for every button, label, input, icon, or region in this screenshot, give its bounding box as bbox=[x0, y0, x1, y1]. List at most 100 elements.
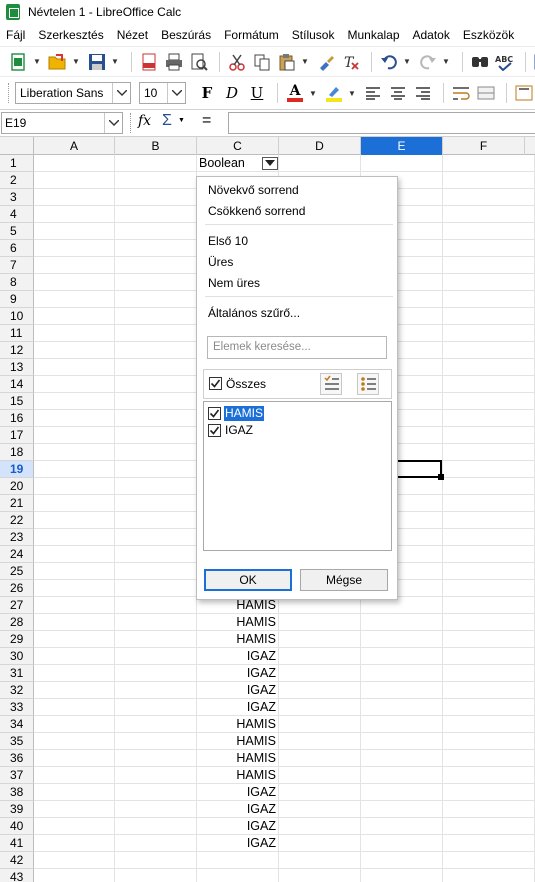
cell-c29[interactable]: HAMIS bbox=[197, 631, 279, 648]
cell-e31[interactable] bbox=[361, 665, 443, 682]
ok-button[interactable]: OK bbox=[204, 569, 292, 591]
cell-b8[interactable] bbox=[115, 274, 197, 291]
cell-a22[interactable] bbox=[34, 512, 115, 529]
menu-file[interactable]: Fájl bbox=[6, 28, 25, 42]
cell-f34[interactable] bbox=[443, 716, 535, 733]
highlight-color-icon[interactable] bbox=[323, 82, 345, 104]
cell-b24[interactable] bbox=[115, 546, 197, 563]
cell-d35[interactable] bbox=[279, 733, 361, 750]
cell-f13[interactable] bbox=[443, 359, 535, 376]
cell-f26[interactable] bbox=[443, 580, 535, 597]
cell-c31[interactable]: IGAZ bbox=[197, 665, 279, 682]
cell-f18[interactable] bbox=[443, 444, 535, 461]
cell-f4[interactable] bbox=[443, 206, 535, 223]
row-header[interactable]: 9 bbox=[0, 291, 34, 308]
undo-dropdown-icon[interactable]: ▼ bbox=[403, 51, 411, 73]
empty-item[interactable]: Üres bbox=[208, 254, 233, 270]
wrap-text-icon[interactable] bbox=[450, 82, 472, 104]
cell-b3[interactable] bbox=[115, 189, 197, 206]
cell-e34[interactable] bbox=[361, 716, 443, 733]
cell-a14[interactable] bbox=[34, 376, 115, 393]
cell-b40[interactable] bbox=[115, 818, 197, 835]
cell-d32[interactable] bbox=[279, 682, 361, 699]
row-header[interactable]: 40 bbox=[0, 818, 34, 835]
item-checkbox[interactable] bbox=[208, 407, 221, 420]
cell-b7[interactable] bbox=[115, 257, 197, 274]
cell-a26[interactable] bbox=[34, 580, 115, 597]
cell-a41[interactable] bbox=[34, 835, 115, 852]
cell-f11[interactable] bbox=[443, 325, 535, 342]
sort-descending-item[interactable]: Csökkenő sorrend bbox=[208, 203, 305, 219]
top-10-item[interactable]: Első 10 bbox=[208, 233, 248, 249]
autofilter-dropdown-icon[interactable] bbox=[262, 157, 278, 170]
font-color-button[interactable]: A bbox=[284, 82, 306, 104]
cell-c34[interactable]: HAMIS bbox=[197, 716, 279, 733]
search-items-input[interactable]: Elemek keresése... bbox=[207, 336, 387, 359]
cell-a39[interactable] bbox=[34, 801, 115, 818]
cell-b27[interactable] bbox=[115, 597, 197, 614]
cell-c33[interactable]: IGAZ bbox=[197, 699, 279, 716]
clone-formatting-icon[interactable] bbox=[315, 51, 337, 73]
cell-c36[interactable]: HAMIS bbox=[197, 750, 279, 767]
cell-f35[interactable] bbox=[443, 733, 535, 750]
open-icon[interactable] bbox=[47, 51, 69, 73]
name-box[interactable]: E19 bbox=[1, 112, 123, 134]
cell-d37[interactable] bbox=[279, 767, 361, 784]
cell-c30[interactable]: IGAZ bbox=[197, 648, 279, 665]
cell-b12[interactable] bbox=[115, 342, 197, 359]
cell-a3[interactable] bbox=[34, 189, 115, 206]
cell-c39[interactable]: IGAZ bbox=[197, 801, 279, 818]
cell-a4[interactable] bbox=[34, 206, 115, 223]
cell-b34[interactable] bbox=[115, 716, 197, 733]
cell-e33[interactable] bbox=[361, 699, 443, 716]
cell-f8[interactable] bbox=[443, 274, 535, 291]
cell-c43[interactable] bbox=[197, 869, 279, 882]
cell-f7[interactable] bbox=[443, 257, 535, 274]
new-dropdown-icon[interactable]: ▼ bbox=[33, 51, 41, 73]
bold-button[interactable]: F bbox=[196, 82, 218, 104]
row-header[interactable]: 10 bbox=[0, 308, 34, 325]
cell-b17[interactable] bbox=[115, 427, 197, 444]
cell-a16[interactable] bbox=[34, 410, 115, 427]
cell-a7[interactable] bbox=[34, 257, 115, 274]
cell-f3[interactable] bbox=[443, 189, 535, 206]
redo-dropdown-icon[interactable]: ▼ bbox=[442, 51, 450, 73]
row-header[interactable]: 30 bbox=[0, 648, 34, 665]
cell-f42[interactable] bbox=[443, 852, 535, 869]
cell-e36[interactable] bbox=[361, 750, 443, 767]
menu-format[interactable]: Formátum bbox=[224, 28, 279, 42]
column-header-e[interactable]: E bbox=[361, 137, 443, 155]
row-header[interactable]: 18 bbox=[0, 444, 34, 461]
cell-b1[interactable] bbox=[115, 155, 197, 172]
cell-c38[interactable]: IGAZ bbox=[197, 784, 279, 801]
menu-data[interactable]: Adatok bbox=[413, 28, 450, 42]
cell-a37[interactable] bbox=[34, 767, 115, 784]
cell-a24[interactable] bbox=[34, 546, 115, 563]
cell-a40[interactable] bbox=[34, 818, 115, 835]
cell-b6[interactable] bbox=[115, 240, 197, 257]
cell-b28[interactable] bbox=[115, 614, 197, 631]
cell-b39[interactable] bbox=[115, 801, 197, 818]
not-empty-item[interactable]: Nem üres bbox=[208, 275, 260, 291]
cell-a15[interactable] bbox=[34, 393, 115, 410]
cell-d36[interactable] bbox=[279, 750, 361, 767]
open-dropdown-icon[interactable]: ▼ bbox=[72, 51, 80, 73]
cell-b37[interactable] bbox=[115, 767, 197, 784]
cell-b41[interactable] bbox=[115, 835, 197, 852]
export-pdf-icon[interactable] bbox=[138, 51, 160, 73]
cell-b4[interactable] bbox=[115, 206, 197, 223]
cell-c37[interactable]: HAMIS bbox=[197, 767, 279, 784]
select-all-corner[interactable] bbox=[0, 137, 34, 155]
row-header[interactable]: 20 bbox=[0, 478, 34, 495]
menu-tools[interactable]: Eszközök bbox=[463, 28, 514, 42]
menu-styles[interactable]: Stílusok bbox=[292, 28, 335, 42]
row-header[interactable]: 16 bbox=[0, 410, 34, 427]
column-header-b[interactable]: B bbox=[115, 137, 197, 155]
cell-d33[interactable] bbox=[279, 699, 361, 716]
row-header[interactable]: 15 bbox=[0, 393, 34, 410]
cell-b10[interactable] bbox=[115, 308, 197, 325]
row-header[interactable]: 11 bbox=[0, 325, 34, 342]
row-header[interactable]: 43 bbox=[0, 869, 34, 882]
row-header[interactable]: 5 bbox=[0, 223, 34, 240]
row-header[interactable]: 39 bbox=[0, 801, 34, 818]
